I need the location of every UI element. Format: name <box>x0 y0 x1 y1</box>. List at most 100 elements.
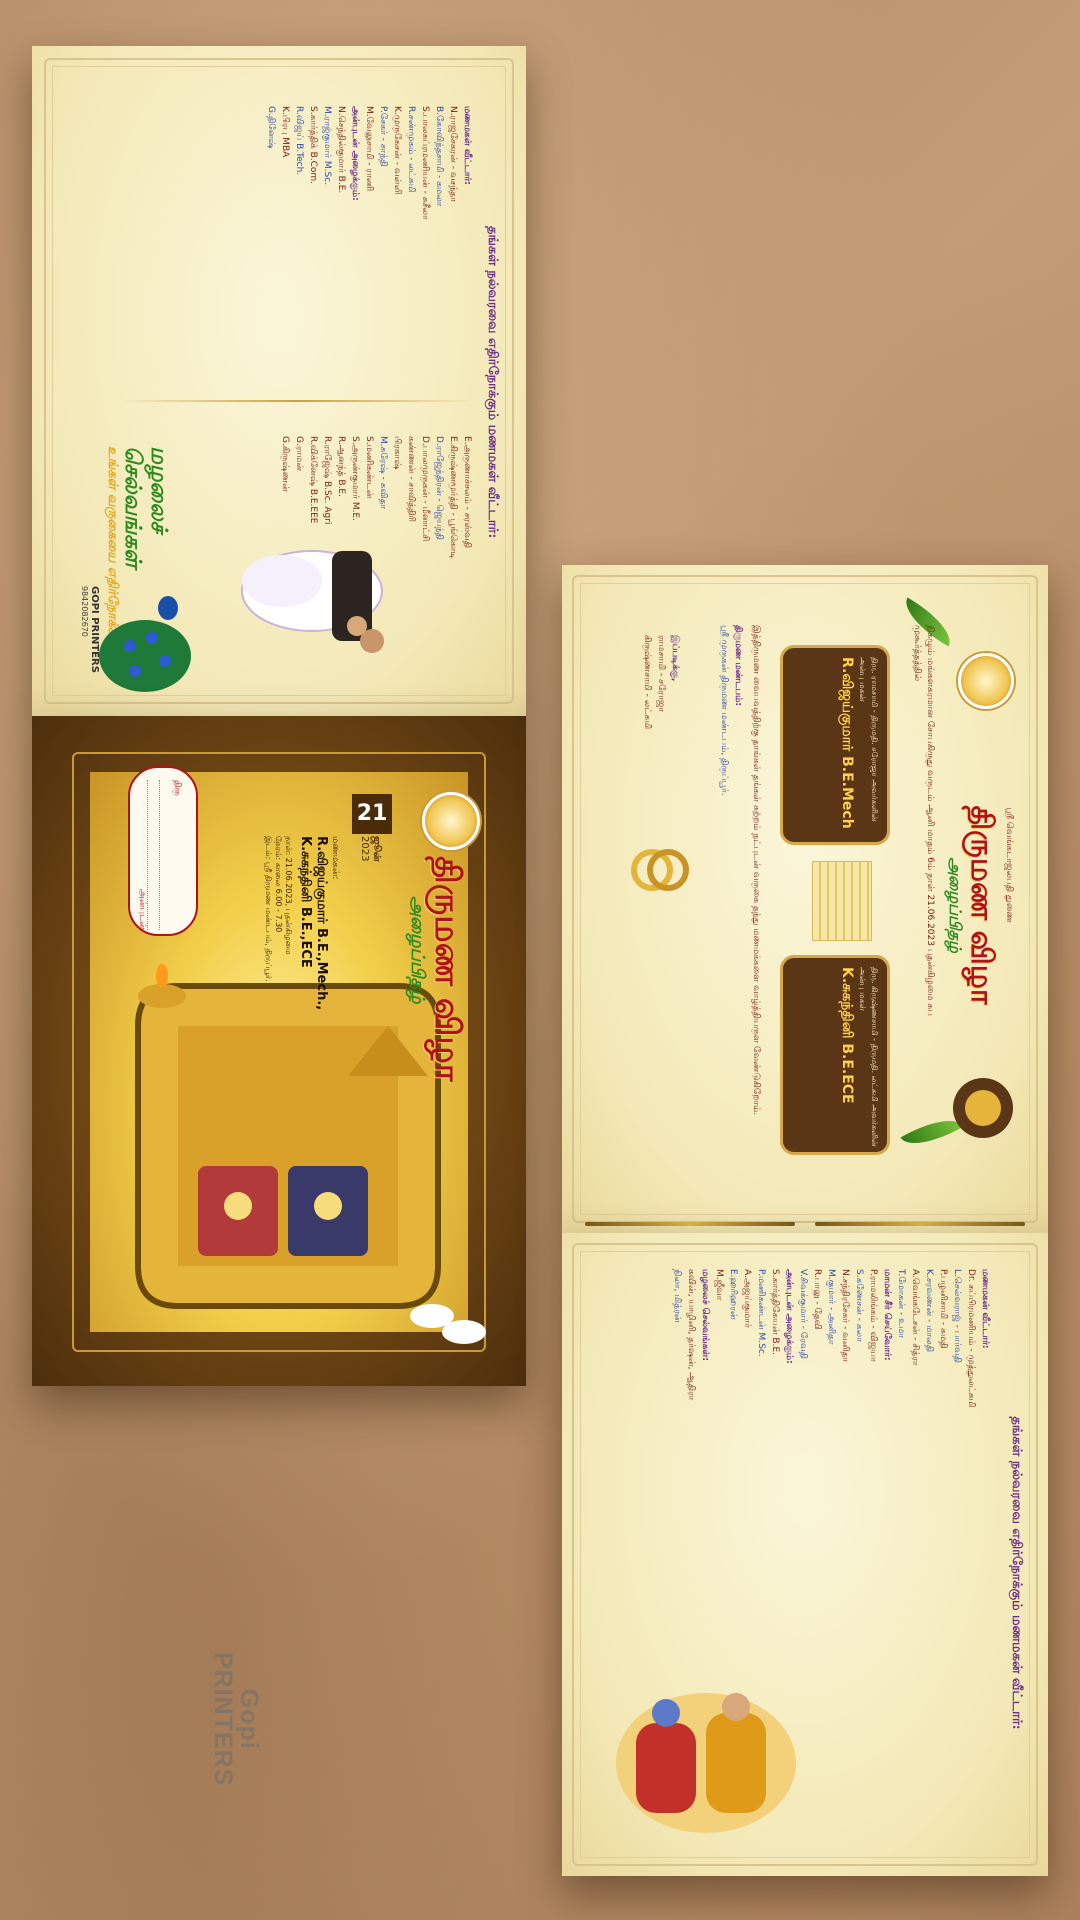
col1-line2: G.தினேஷ் <box>266 106 276 149</box>
date-month-year: ஜூன் 2023 <box>359 836 382 916</box>
cover-bride: K.சுகந்தினி B.E.,ECE <box>298 836 313 968</box>
cover-groom-label: மணமகன்: <box>330 836 340 880</box>
g-title2: மாமன் சீர் செய்வோர்: <box>882 1269 892 1361</box>
signer: ராமசாமி - சரோஜா <box>656 635 666 713</box>
g-line: A.வெங்கடேசன் - சித்ரா <box>910 1269 920 1366</box>
g-line: E.ஹரிஹரன் <box>728 1269 738 1320</box>
printer-name: GOPI PRINTERS <box>89 586 100 673</box>
col2-line: E.அருணாச்சலம் - சரஸ்வதி <box>462 436 472 548</box>
watermark-logo: Gopi PRINTERS <box>209 1652 263 1787</box>
col1-line2: K.பிரபு MBA <box>280 106 290 158</box>
g-line: T.மோகன் - உமா <box>896 1269 906 1339</box>
col1-line2: M.ராஜ்குமார் M.Sc. <box>322 106 332 186</box>
couple-illustration <box>241 550 384 653</box>
intro-text: நிகழும் மங்களகரமான சோபகிருது வருடம் ஆனி … <box>912 625 935 1016</box>
g-line: S.கணேசன் - கலா <box>854 1269 864 1342</box>
printer-block: GOPI PRINTERS 9842082670 <box>80 586 100 706</box>
venue-label: திருமண மண்டபம்: <box>733 625 743 706</box>
card-bride-family: தங்கள் நல்வரவை எதிர்நோக்கும் மணமகள் வீட்… <box>32 46 526 716</box>
cover-text: திருமண விழா அழைப்பிதழ் <box>406 856 467 1296</box>
g-line: K.சரவணன் - மாலதி <box>924 1269 934 1352</box>
cover-couple: மணமகன்: R.விஜய்குமார் B.E.,Mech., K.சுகந… <box>263 836 340 1096</box>
g-line: M.குமார் - அனிதா <box>826 1269 836 1345</box>
sign-label: இப்படிக்கு, <box>670 635 680 682</box>
col1-line: M.வேலுசாமி - ராணி <box>364 106 374 192</box>
col1-line: R.சண்முகம் - லட்சுமி <box>406 106 416 193</box>
bride-name: K.சுகந்தினி B.E.ECE <box>839 967 855 1104</box>
g-line: V.சிவக்குமார் - ரேவதி <box>798 1269 808 1359</box>
g-line: M.ஜீவா <box>714 1269 724 1301</box>
invitation-header: ஸ்ரீ வெங்கடாஜலபதி துணை <box>1003 605 1014 1125</box>
ornament-divider <box>812 861 872 941</box>
col1-line: B.கோவிந்தசாமி - கமலா <box>434 106 444 207</box>
invitation-subtitle: அழைப்பிதழ் <box>946 857 965 953</box>
col1-line: N.ராஜசேகரன் - வசந்தா <box>448 106 458 202</box>
groom-family-text: மணமகன் வீட்டார்: Dr. சுப்பிரமணியம் - முத… <box>670 1269 992 1649</box>
watermark-line1: Gopi <box>235 1688 263 1750</box>
invitation-title: திருமண விழா <box>964 805 999 1005</box>
card-invitation: ஸ்ரீ வெங்கடாஜலபதி துணை திருமண விழா அழைப்… <box>562 565 1048 1233</box>
date-day: 21 <box>352 794 392 834</box>
cover-groom: R.விஜய்குமார் B.E.,Mech., <box>314 836 329 1011</box>
cover-venue-line: இடம்: ஸ்ரீ திருமண மண்டபம், திருப்பூர். <box>264 836 273 982</box>
groom-desc: திரு. ராமசாமி - திருமதி. சரோஜா அவர்களின்… <box>858 657 879 822</box>
g-line: நிலா, மித்ரன் <box>672 1269 682 1323</box>
cover-title: திருமண விழா <box>427 856 467 1082</box>
invitation-body: இத்திருமண வைபவத்திற்கு தாங்கள் தங்கள் சு… <box>717 625 762 1165</box>
watermark-line2: PRINTERS <box>209 1652 237 1787</box>
bride-family-col1: மணமகள் வீட்டார்: N.ராஜசேகரன் - வசந்தா B.… <box>264 106 474 396</box>
date-month: ஜூன் <box>371 836 382 862</box>
col1-line2: S.கார்த்திக் B.Com. <box>308 106 318 185</box>
bride-face <box>347 616 367 636</box>
address-line <box>159 780 171 930</box>
peacock-icon <box>99 596 191 692</box>
col1-line2: N.செந்தில்குமார் B.E. <box>336 106 346 194</box>
g-line: L.செல்வராஜ் - பார்வதி <box>952 1269 962 1363</box>
binding-cord <box>585 1222 795 1226</box>
col1-line: S.பாலசுப்ரமணியன் - சுசீலா <box>420 106 430 220</box>
g-line: A.அஜய்குமார் <box>742 1269 752 1328</box>
g-line: P.பழனிசாமி - சுமதி <box>938 1269 948 1349</box>
bridal-veil <box>242 555 322 607</box>
divider <box>118 400 478 402</box>
cover-subtitle: அழைப்பிதழ் <box>407 896 428 1004</box>
col2-line: E.கிருஷ்ணமூர்த்தி - பூங்கொடி <box>448 436 458 559</box>
address-to: திரு <box>172 780 182 796</box>
cover-time-line: நேரம்: காலை 6.00 - 7.30 <box>274 836 283 933</box>
col1-title2: அன்புடன் அழைக்கும்: <box>350 106 360 201</box>
col2-line: D.பாலமுருகன் - மீனாட்சி <box>420 436 430 542</box>
g-line: Dr. சுப்பிரமணியம் - முத்துலட்சுமி <box>966 1269 976 1408</box>
address-line <box>147 780 159 930</box>
col1-line: P.சேகர் - சாந்தி <box>378 106 388 167</box>
groom-name: R.விஜய்குமார் B.E.Mech <box>839 657 855 829</box>
bride-desc: திரு. கிருஷ்ணசாமி - திருமதி. லட்சுமி அவர… <box>858 967 879 1147</box>
g-line: P.ராமலிங்கம் - விஜயா <box>868 1269 878 1362</box>
g-line: N.சந்திரசேகர் - வனிதா <box>840 1269 850 1363</box>
cover-date-line: நாள்: 21.06.2023, புதன்கிழமை <box>284 836 293 955</box>
groom-box-text: திரு. ராமசாமி - திருமதி. சரோஜா அவர்களின்… <box>838 657 880 837</box>
invitation-intro: நிகழும் மங்களகரமான சோபகிருது வருடம் ஆனி … <box>910 625 936 1065</box>
g-line: P.மணிகண்டன் M.Sc. <box>756 1269 766 1357</box>
col1-title: மணமகள் வீட்டார்: <box>462 106 472 185</box>
date-year: 2023 <box>359 836 370 862</box>
g-title1: மணமகன் வீட்டார்: <box>980 1269 990 1349</box>
invocation: ஸ்ரீ வெங்கடாஜலபதி துணை <box>1004 807 1014 923</box>
col1-line: K.முருகேசன் - வள்ளி <box>392 106 402 195</box>
g-title4: மழலைச் செல்வங்கள்: <box>700 1269 710 1362</box>
groom-family-heading: தங்கள் நல்வரவை எதிர்நோக்கும் மணமகன் வீட்… <box>1009 1416 1024 1730</box>
g-line: கவின், யாழினி, தர்ஷன், ஆதிரா <box>686 1269 696 1401</box>
col2-line: D.ராஜேந்திரன் - ஜெயந்தி <box>434 436 444 540</box>
bride-box-text: திரு. கிருஷ்ணசாமி - திருமதி. லட்சுமி அவர… <box>838 967 880 1147</box>
printer-phone: 9842082670 <box>80 586 89 637</box>
invite-text: இத்திருமண வைபவத்திற்கு தாங்கள் தங்கள் சு… <box>751 625 761 1116</box>
groom-family-heading-block: தங்கள் நல்வரவை எதிர்நோக்கும் மணமகன் வீட்… <box>1008 1273 1024 1873</box>
signer: கிருஷ்ணசாமி - லட்சுமி <box>642 635 652 730</box>
invitation-title-block: திருமண விழா அழைப்பிதழ் <box>946 715 999 1095</box>
g-line: R.பாலு - தேவி <box>812 1269 822 1330</box>
diya-lamp-icon <box>138 964 186 1008</box>
col1-line2: R.விஜய் B.Tech. <box>294 106 304 176</box>
g-title3: அன்புடன் அழைக்கும்: <box>784 1269 794 1364</box>
bride-family-heading: தங்கள் நல்வரவை எதிர்நோக்கும் மணமகள் வீட்… <box>485 226 500 539</box>
krishna-radha-illustration <box>616 1693 796 1833</box>
venue: ஸ்ரீ முருகன் திருமண மண்டபம், திருப்பூர். <box>719 625 729 796</box>
